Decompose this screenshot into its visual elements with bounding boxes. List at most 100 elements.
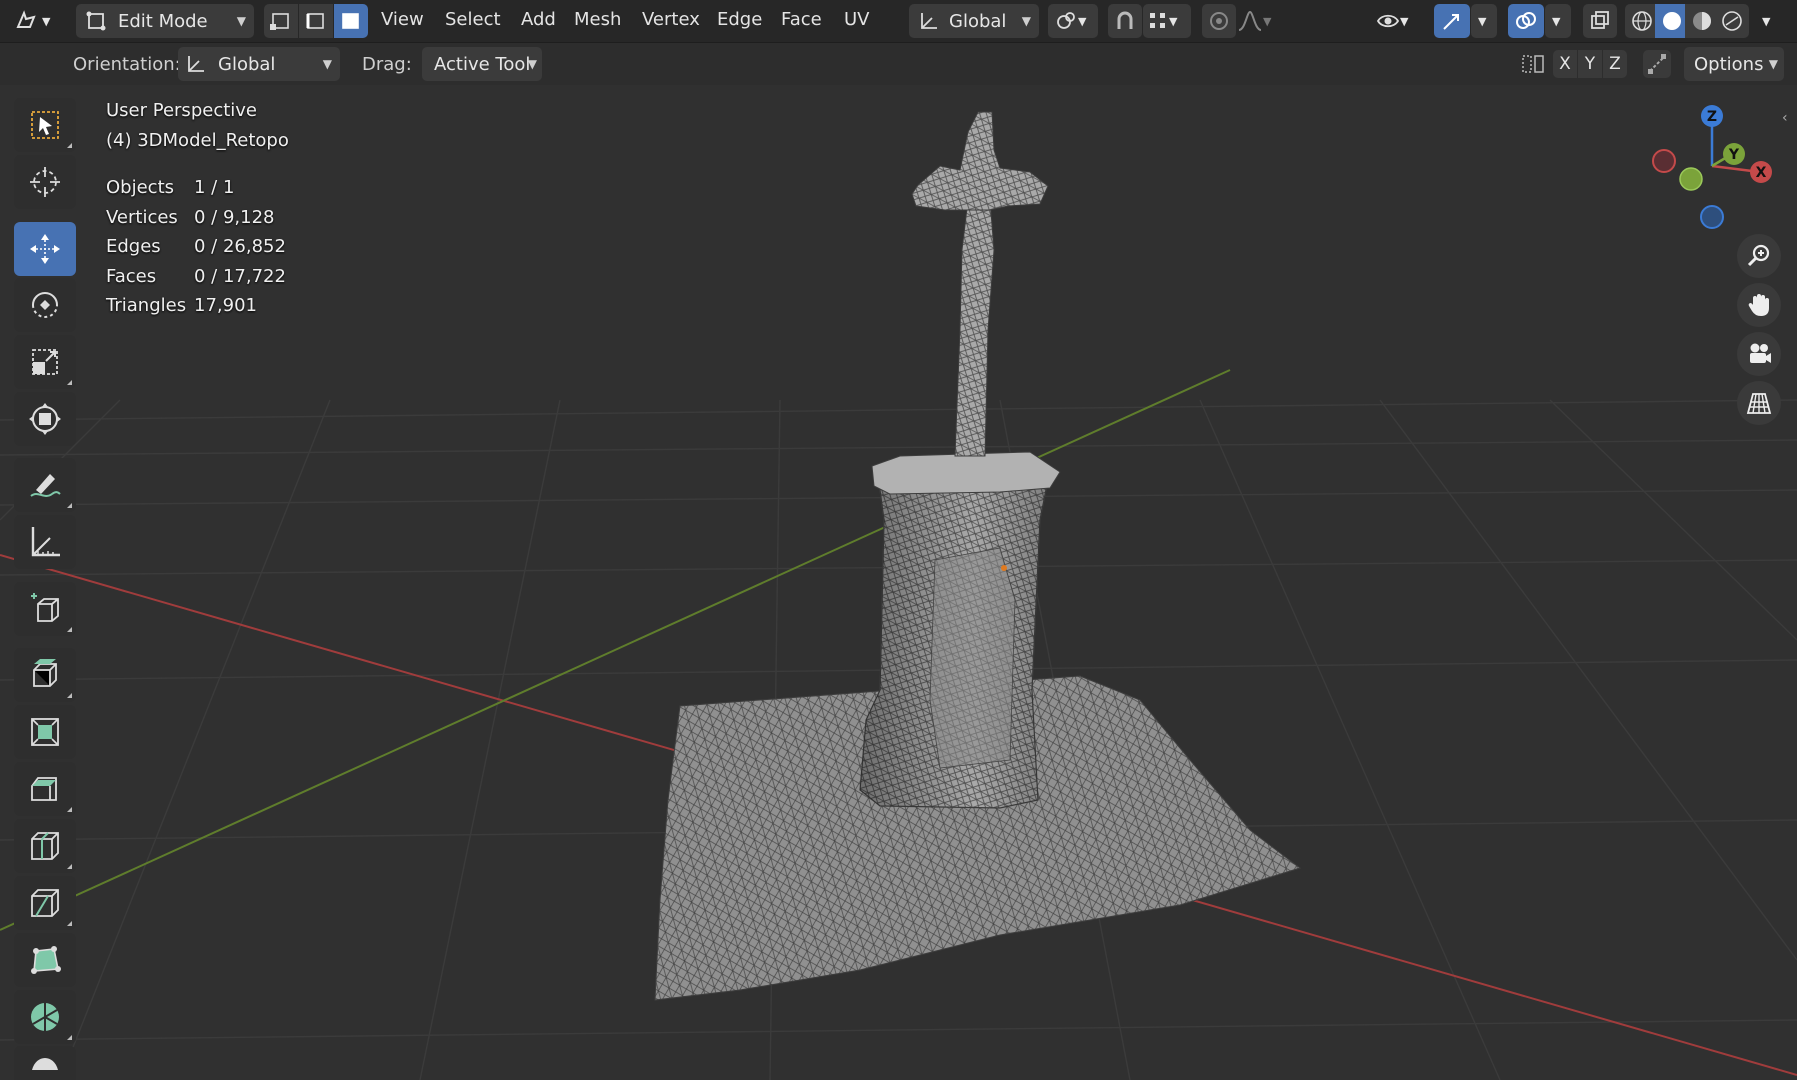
drag-dropdown[interactable]: Active Tool ▼ — [422, 47, 542, 81]
tool-extrude-region[interactable] — [14, 648, 76, 702]
mirror-y-toggle[interactable]: Y — [1578, 50, 1602, 78]
chevron-down-icon: ▼ — [1762, 14, 1771, 28]
vertex-select-button[interactable] — [264, 4, 298, 38]
visibility-dropdown[interactable]: ▼ — [1376, 4, 1426, 38]
shading-dropdown[interactable]: ▼ — [1752, 4, 1786, 38]
gizmo-toggle[interactable] — [1434, 4, 1470, 38]
tool-spin[interactable] — [14, 990, 76, 1044]
mirror-icon[interactable] — [1520, 51, 1546, 77]
menu-select[interactable]: Select — [445, 9, 501, 30]
tool-inset-faces[interactable] — [14, 705, 76, 759]
tool-move[interactable] — [14, 222, 76, 276]
gizmo-neg-x[interactable] — [1652, 149, 1676, 173]
tool-poly-build[interactable] — [14, 933, 76, 987]
mode-dropdown[interactable]: Edit Mode ▼ — [76, 4, 254, 38]
tool-scale[interactable] — [14, 335, 76, 389]
tool-measure[interactable] — [14, 515, 76, 569]
perspective-grid-icon — [1746, 393, 1772, 414]
face-select-button[interactable] — [334, 4, 368, 38]
orientation-dropdown[interactable]: Global ▼ — [178, 47, 340, 81]
overlays-toggle[interactable] — [1508, 4, 1544, 38]
gizmo-x-label: X — [1756, 165, 1767, 181]
gizmo-x[interactable]: X — [1750, 161, 1772, 183]
menu-view[interactable]: View — [381, 9, 424, 30]
knife-icon — [31, 889, 59, 917]
tool-cursor[interactable] — [14, 155, 76, 209]
mirror-x-toggle[interactable]: X — [1553, 50, 1577, 78]
tool-transform[interactable] — [14, 392, 76, 446]
select-box-icon — [31, 111, 59, 139]
active-object-name: (4) 3DModel_Retopo — [106, 130, 289, 151]
stat-label-edges: Edges — [106, 236, 161, 257]
tool-rotate[interactable] — [14, 278, 76, 332]
menu-face[interactable]: Face — [781, 9, 822, 30]
options-label: Options — [1694, 53, 1764, 75]
proportional-falloff-dropdown[interactable]: ▼ — [1237, 4, 1285, 38]
zoom-button[interactable] — [1737, 234, 1781, 278]
shading-rendered-button[interactable] — [1715, 4, 1749, 38]
snap-target-dropdown[interactable]: ▼ — [1143, 4, 1191, 38]
pan-button[interactable] — [1737, 283, 1781, 327]
cursor-3d-icon — [30, 167, 60, 197]
sidebar-toggle-chevron-left-icon[interactable]: ‹ — [1782, 110, 1788, 126]
extrude-icon — [33, 659, 57, 687]
xray-icon — [1591, 11, 1609, 29]
viewport-3d[interactable] — [0, 0, 1797, 1080]
gizmo-z[interactable]: Z — [1701, 105, 1723, 127]
menu-uv[interactable]: UV — [844, 9, 870, 30]
xray-toggle[interactable] — [1583, 4, 1617, 38]
edge-select-button[interactable] — [299, 4, 333, 38]
options-dropdown[interactable]: Options ▼ — [1684, 47, 1784, 81]
zoom-magnifier-icon — [1747, 244, 1770, 267]
proportional-edit-toggle[interactable] — [1202, 4, 1236, 38]
tool-annotate[interactable] — [14, 458, 76, 512]
navigation-gizmo[interactable]: Z Y X — [1640, 100, 1790, 240]
add-cube-icon — [31, 593, 59, 622]
menu-vertex[interactable]: Vertex — [642, 9, 700, 30]
auto-merge-toggle[interactable] — [1643, 50, 1671, 78]
menu-add[interactable]: Add — [521, 9, 556, 30]
pivot-point-dropdown[interactable]: ▼ — [1048, 4, 1098, 38]
gizmo-dropdown[interactable]: ▼ — [1471, 4, 1497, 38]
chevron-down-icon: ▼ — [322, 57, 332, 71]
stat-value-objects: 1 / 1 — [194, 177, 235, 198]
orientation-value: Global — [218, 53, 276, 75]
shading-material-button[interactable] — [1685, 4, 1719, 38]
tool-bevel[interactable] — [14, 762, 76, 816]
chevron-down-icon: ▼ — [1552, 14, 1561, 28]
tool-select-box[interactable] — [14, 98, 76, 152]
face-select-icon — [342, 13, 359, 29]
menu-mesh[interactable]: Mesh — [574, 9, 621, 30]
overlays-dropdown[interactable]: ▼ — [1545, 4, 1571, 38]
loop-cut-icon — [31, 832, 59, 860]
shading-wireframe-button[interactable] — [1625, 4, 1659, 38]
smooth-icon — [32, 1058, 58, 1070]
tool-knife[interactable] — [14, 876, 76, 930]
magnet-icon — [1117, 11, 1133, 29]
drag-value: Active Tool — [434, 53, 531, 75]
gizmo-y-label: Y — [1728, 147, 1740, 163]
menu-edge[interactable]: Edge — [717, 9, 762, 30]
gizmo-y[interactable]: Y — [1723, 143, 1745, 165]
rotate-icon — [32, 292, 58, 318]
viewport-header: ▼ Edit Mode ▼ View Select Add Mesh Verte… — [0, 0, 1797, 43]
scale-icon — [32, 349, 58, 375]
tool-loop-cut[interactable] — [14, 819, 76, 873]
snap-toggle[interactable] — [1108, 4, 1142, 38]
gizmo-neg-z[interactable] — [1700, 205, 1724, 229]
tool-add-cube[interactable] — [14, 582, 76, 636]
mirror-z-toggle[interactable]: Z — [1603, 50, 1627, 78]
shading-solid-button[interactable] — [1655, 4, 1689, 38]
gizmo-neg-y[interactable] — [1679, 167, 1703, 191]
orientation-icon — [921, 13, 937, 29]
camera-view-button[interactable] — [1737, 332, 1781, 376]
stat-label-triangles: Triangles — [106, 295, 187, 316]
transform-orientation-dropdown[interactable]: Global ▼ — [909, 4, 1039, 38]
transform-icon — [29, 403, 61, 435]
editor-type-button[interactable]: ▼ — [14, 5, 66, 37]
tool-smooth[interactable] — [14, 1046, 76, 1080]
solid-sphere-icon — [1663, 12, 1681, 30]
poly-build-icon — [31, 946, 61, 974]
wireframe-sphere-icon — [1632, 11, 1652, 31]
perspective-toggle-button[interactable] — [1737, 381, 1781, 425]
